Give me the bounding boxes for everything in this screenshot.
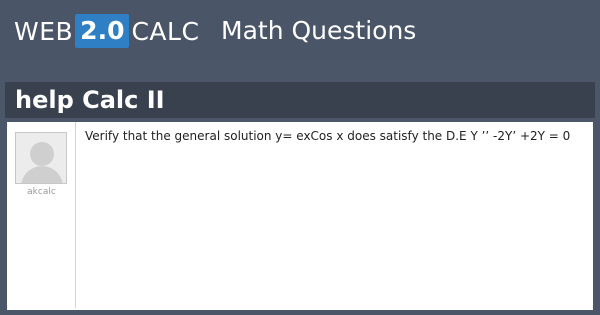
question-post: akcalc Verify that the general solution … xyxy=(7,122,593,310)
site-logo[interactable]: WEB 2.0 CALC xyxy=(14,14,199,48)
author-panel: akcalc xyxy=(7,122,76,308)
avatar-body-shape xyxy=(21,166,63,183)
question-title: help Calc II xyxy=(15,86,165,114)
logo-text-calc: CALC xyxy=(131,16,200,46)
site-header: WEB 2.0 CALC Math Questions xyxy=(0,0,600,62)
avatar-head-shape xyxy=(30,142,54,166)
logo-version-badge: 2.0 xyxy=(75,14,130,48)
author-username[interactable]: akcalc xyxy=(7,187,76,197)
logo-text-web: WEB xyxy=(14,16,74,46)
section-title-link[interactable]: Math Questions xyxy=(221,16,416,45)
question-body: Verify that the general solution y= exCo… xyxy=(85,129,571,143)
avatar-icon[interactable] xyxy=(15,132,67,184)
